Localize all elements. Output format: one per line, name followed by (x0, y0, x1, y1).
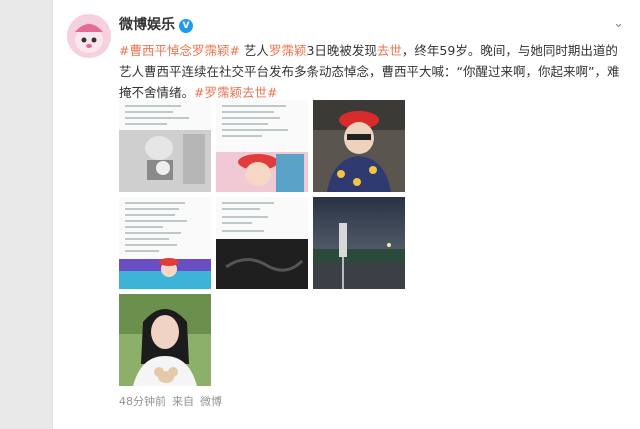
hashtag-link[interactable]: #曹西平悼念罗霈颖# (119, 43, 240, 58)
photo-thumbnail[interactable] (119, 294, 211, 386)
dusk-street-photo (313, 197, 405, 289)
source-prefix: 来自 (172, 395, 194, 408)
photo-thumbnail[interactable] (216, 100, 308, 192)
post-card: 微博娱乐 V ⌄ #曹西平悼念罗霈颖# 艺人罗霈颖3日晚被发现去世，终年59岁。晚… (52, 0, 640, 429)
author-name-label[interactable]: 微博娱乐 (119, 17, 175, 33)
post-text-segment: 艺人 (239, 43, 269, 58)
screenshot-text-image (119, 100, 211, 192)
post-meta: 48分钟前 来自 微博 (119, 393, 228, 409)
hashtag-link[interactable]: #罗霈颖去世# (194, 85, 277, 100)
photo-thumbnail[interactable] (313, 100, 405, 192)
woman-portrait-photo (119, 294, 211, 386)
avatar-cartoon-icon (67, 14, 111, 58)
post-time[interactable]: 48分钟前 (119, 395, 166, 408)
screenshot-night-image (216, 197, 308, 289)
man-red-cap-photo (313, 100, 405, 192)
photo-thumbnail[interactable] (119, 197, 211, 289)
chevron-down-icon[interactable]: ⌄ (613, 16, 624, 31)
photo-thumbnail[interactable] (313, 197, 405, 289)
name-link[interactable]: 罗霈颖 (269, 43, 307, 58)
keyword-link[interactable]: 去世 (377, 43, 402, 58)
source-link[interactable]: 微博 (200, 395, 222, 408)
post-text-segment: 3日晚被发现 (306, 43, 377, 58)
post-text: #曹西平悼念罗霈颖# 艺人罗霈颖3日晚被发现去世，终年59岁。晚间，与她同时期出… (119, 40, 625, 103)
author-name[interactable]: 微博娱乐 V (119, 14, 193, 34)
photo-thumbnail[interactable] (216, 197, 308, 289)
photo-thumbnail[interactable] (119, 100, 211, 192)
screenshot-selfie-image (216, 100, 308, 192)
verified-icon: V (179, 19, 193, 33)
screenshot-text-image (119, 197, 211, 289)
author-avatar[interactable] (67, 14, 111, 58)
